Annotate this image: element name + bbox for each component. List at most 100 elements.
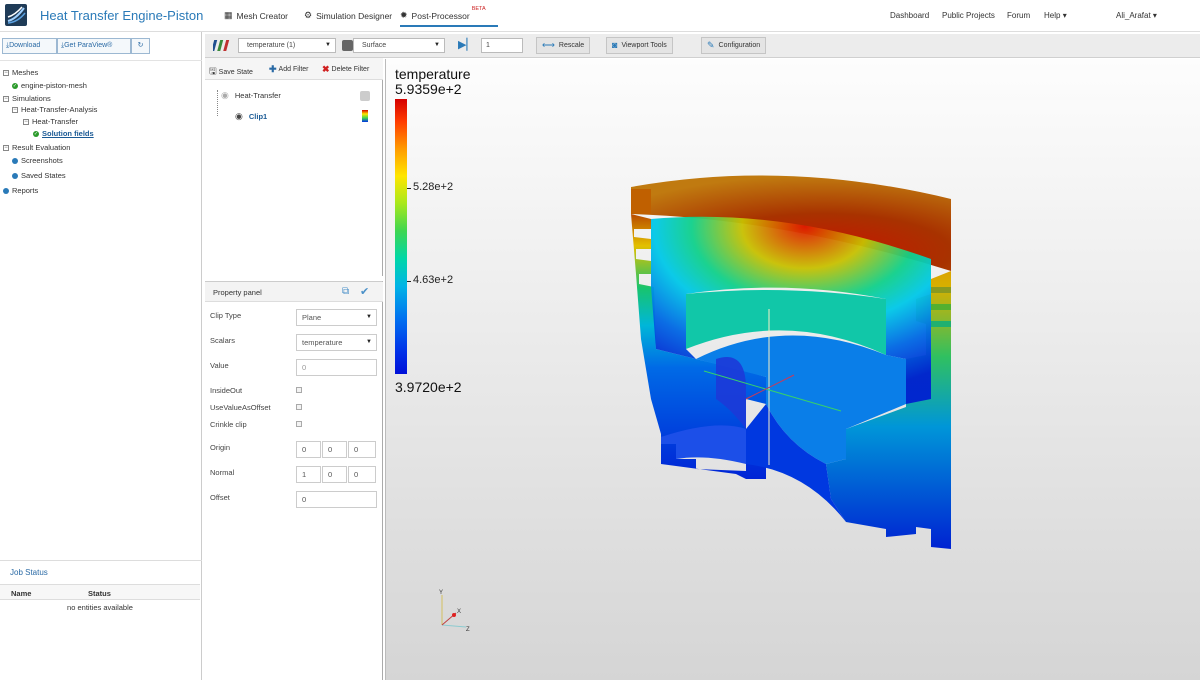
nav-dashboard[interactable]: Dashboard	[890, 11, 929, 20]
orientation-axes: Y X Z	[439, 590, 470, 633]
tree-saved-states[interactable]: Saved States	[12, 171, 66, 180]
add-filter-label: Add Filter	[278, 66, 309, 73]
plus-icon: ✚	[269, 64, 277, 74]
edit-icon[interactable]: ⧉	[342, 286, 349, 297]
nav-forum[interactable]: Forum	[1007, 11, 1030, 20]
normal-label: Normal	[210, 468, 235, 477]
pipeline-node-root[interactable]: ◉ Heat-Transfer	[221, 90, 281, 101]
grid-icon: ▦	[224, 10, 233, 20]
origin-x-value: 0	[302, 445, 307, 454]
usevalueasoffset-checkbox[interactable]	[296, 404, 302, 410]
normal-z-input[interactable]: 0	[348, 466, 376, 483]
origin-z-value: 0	[354, 445, 359, 454]
collapse-icon[interactable]: −	[3, 95, 9, 102]
collapse-icon[interactable]: −	[3, 144, 9, 151]
insideout-label: InsideOut	[210, 386, 243, 395]
column-name[interactable]: Name	[11, 589, 31, 598]
check-circle-icon: ✓	[12, 82, 18, 89]
tree-result-evaluation-label: Result Evaluation	[12, 143, 71, 152]
arrows-horizontal-icon: ⟷	[542, 40, 555, 50]
tree-simulations[interactable]: − Simulations	[3, 94, 51, 103]
collapse-icon[interactable]: −	[3, 69, 9, 76]
refresh-icon: ↻	[137, 42, 144, 49]
tree-connector	[217, 90, 218, 116]
rescale-button[interactable]: ⟷ Rescale	[536, 37, 591, 54]
tree-mesh-item[interactable]: ✓ engine-piston-mesh	[12, 81, 87, 90]
crinkle-clip-checkbox[interactable]	[296, 421, 302, 427]
pipeline-node-root-label: Heat-Transfer	[234, 91, 281, 100]
nav-mesh-creator-label: Mesh Creator	[236, 10, 289, 21]
circle-icon	[12, 172, 18, 179]
configuration-button[interactable]: ✎ Configuration	[701, 37, 767, 54]
add-filter-button[interactable]: ✚ Add Filter	[269, 64, 309, 75]
download-button[interactable]: ⤓Download	[2, 38, 57, 54]
axis-x-label: X	[457, 609, 461, 615]
close-icon: ✖	[322, 64, 330, 74]
origin-x-input[interactable]: 0	[296, 441, 321, 458]
insideout-checkbox[interactable]	[296, 387, 302, 393]
representation-select[interactable]: Surface ▼	[353, 38, 445, 53]
scalars-select[interactable]: temperature ▼	[296, 334, 377, 351]
collapse-icon[interactable]: −	[23, 118, 29, 125]
property-panel-header: Property panel ⧉ ✔	[205, 282, 383, 302]
scalars-value: temperature	[302, 338, 343, 347]
refresh-button[interactable]: ↻	[131, 38, 150, 54]
colormap-icon[interactable]	[362, 110, 368, 122]
clip-type-select[interactable]: Plane ▼	[296, 309, 377, 326]
pipeline-node-clip[interactable]: ◉ Clip1	[235, 111, 267, 122]
tree-result-evaluation[interactable]: − Result Evaluation	[3, 143, 70, 152]
offset-label: Offset	[210, 493, 230, 502]
tree-run-label: Heat-Transfer	[32, 117, 78, 126]
project-title[interactable]: Heat Transfer Engine-Piston	[40, 8, 203, 23]
normal-y-input[interactable]: 0	[322, 466, 347, 483]
nav-mesh-creator[interactable]: ▦ Mesh Creator	[224, 10, 288, 21]
tree-analysis[interactable]: − Heat-Transfer-Analysis	[12, 105, 97, 114]
origin-label: Origin	[210, 443, 231, 452]
normal-x-input[interactable]: 1	[296, 466, 321, 483]
nav-simulation-designer-label: Simulation Designer	[316, 10, 393, 21]
app-logo[interactable]	[5, 4, 27, 26]
tree-mesh-item-label: engine-piston-mesh	[21, 81, 87, 90]
nav-help[interactable]: Help ▾	[1044, 11, 1067, 20]
user-menu[interactable]: Ali_Arafat ▾	[1116, 11, 1157, 20]
value-input[interactable]: 0	[296, 359, 377, 376]
eye-icon[interactable]: ◉	[221, 90, 229, 101]
origin-z-input[interactable]: 0	[348, 441, 376, 458]
nav-public-projects[interactable]: Public Projects	[942, 11, 995, 20]
tree-meshes-label: Meshes	[12, 68, 39, 77]
divider	[0, 60, 202, 61]
get-paraview-button[interactable]: ⤓Get ParaView®	[57, 38, 131, 54]
render-viewport[interactable]: temperature 5.9359e+2 5.28e+2 4.63e+2 3.…	[385, 59, 1200, 680]
collapse-icon[interactable]: −	[12, 106, 18, 113]
nav-simulation-designer[interactable]: ⚙ Simulation Designer	[304, 10, 392, 21]
normal-y-value: 0	[328, 470, 333, 479]
offset-input[interactable]: 0	[296, 491, 377, 508]
tree-screenshots[interactable]: Screenshots	[12, 156, 63, 165]
viewport-tools-button[interactable]: ◙ Viewport Tools	[606, 37, 673, 54]
delete-filter-button[interactable]: ✖ Delete Filter	[322, 64, 369, 75]
tree-solution-fields-label[interactable]: Solution fields	[42, 129, 94, 138]
scalars-label: Scalars	[210, 336, 236, 345]
tree-reports[interactable]: Reports	[3, 186, 38, 195]
column-status[interactable]: Status	[88, 589, 111, 598]
save-state-button[interactable]: 🖫 Save State	[209, 64, 253, 80]
rescale-label: Rescale	[558, 42, 585, 49]
paraview-logo-icon[interactable]	[211, 37, 233, 54]
tree-solution-fields[interactable]: ✓ Solution fields	[33, 129, 94, 138]
nav-post-processor[interactable]: ✹ Post-Processor BETA	[400, 6, 498, 27]
play-icon[interactable]: ▶▏	[458, 38, 475, 51]
job-status-table-header: Name Status	[0, 584, 200, 600]
job-status-title: Job Status	[10, 568, 48, 577]
field-select[interactable]: temperature (1) ▼	[238, 38, 336, 53]
circle-icon	[3, 187, 9, 194]
caret-down-icon: ▼	[325, 42, 331, 48]
normal-x-value: 1	[302, 470, 307, 479]
origin-y-input[interactable]: 0	[322, 441, 347, 458]
cube-icon	[342, 40, 353, 51]
tree-meshes[interactable]: − Meshes	[3, 68, 38, 77]
eye-icon[interactable]: ◉	[235, 111, 243, 122]
apply-check-icon[interactable]: ✔	[360, 285, 369, 298]
frame-input[interactable]: 1	[481, 38, 523, 53]
tree-run[interactable]: − Heat-Transfer	[23, 117, 78, 126]
wrench-icon: ✎	[707, 40, 715, 50]
